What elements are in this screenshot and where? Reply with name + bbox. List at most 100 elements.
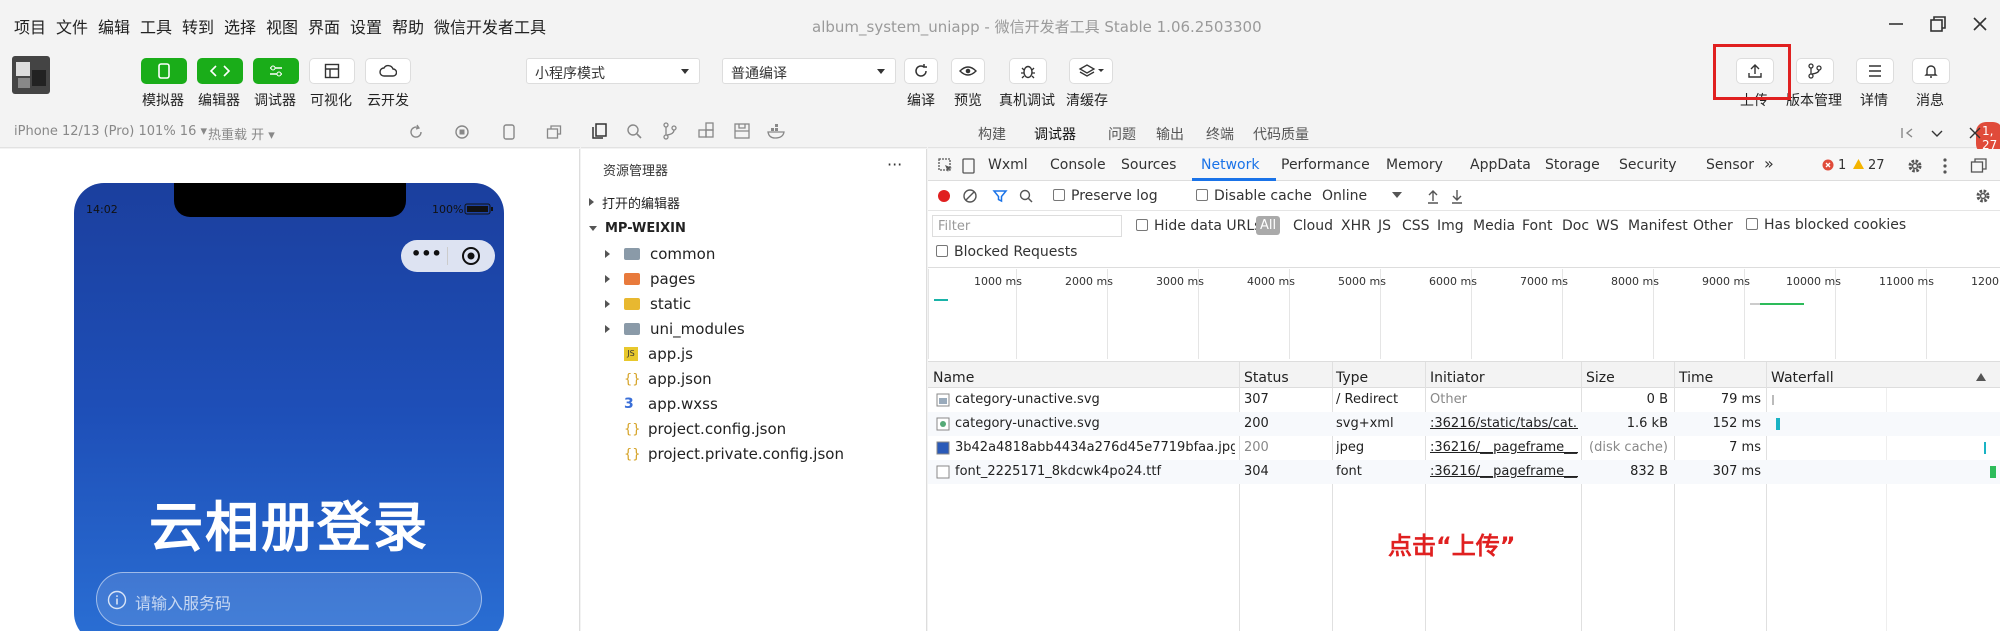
stop-icon[interactable] [454,124,470,140]
column-waterfall[interactable]: Waterfall [1771,370,1834,386]
type-filter-manifest[interactable]: Manifest [1628,218,1688,234]
more-tabs-button[interactable]: » [1764,154,1774,173]
tab-code-quality[interactable]: 代码质量 [1253,124,1309,144]
preserve-log-checkbox[interactable]: Preserve log [1053,188,1158,204]
search-icon[interactable] [625,122,643,140]
row-initiator-link[interactable]: :36216/__pageframe__... [1430,464,1578,479]
mode-select[interactable]: 小程序模式 [526,58,700,84]
tab-wxml[interactable]: Wxml [988,157,1028,173]
menu-file[interactable]: 文件 [56,14,88,38]
menu-view[interactable]: 视图 [266,14,298,38]
service-code-input[interactable]: 请输入服务码 [96,572,482,626]
type-filter-all[interactable]: All [1256,216,1281,235]
menu-interface[interactable]: 界面 [308,14,340,38]
compile-mode-select[interactable]: 普通编译 [722,58,896,84]
rotate-icon[interactable] [408,124,424,140]
table-row[interactable]: font_2225171_8kdcwk4po24.ttf 304 font :3… [928,460,2000,484]
messages-button[interactable] [1912,58,1950,84]
table-row[interactable]: category-unactive.svg 307 / Redirect Oth… [928,388,2000,412]
source-control-icon[interactable] [661,122,679,140]
tab-debugger[interactable]: 调试器 [1034,124,1076,144]
open-editors-section[interactable]: 打开的编辑器 [589,191,680,213]
docker-icon[interactable] [767,122,787,140]
filter-icon[interactable] [992,188,1008,204]
real-device-debug-button[interactable] [1009,58,1047,84]
tab-issues[interactable]: 问题 [1108,124,1136,144]
column-type[interactable]: Type [1336,370,1368,386]
export-har-icon[interactable] [1450,188,1464,204]
clear-cache-button[interactable] [1069,58,1113,84]
folder-uni-modules[interactable]: uni_modules [605,318,745,340]
type-filter-font[interactable]: Font [1522,218,1552,234]
tab-performance[interactable]: Performance [1281,157,1370,173]
menu-edit[interactable]: 编辑 [98,14,130,38]
type-filter-img[interactable]: Img [1437,218,1464,234]
chevron-down-icon[interactable] [1930,126,1944,140]
table-row[interactable]: category-unactive.svg 200 svg+xml :36216… [928,412,2000,436]
record-icon[interactable] [936,188,952,204]
tab-memory[interactable]: Memory [1386,157,1443,173]
menu-select[interactable]: 选择 [224,14,256,38]
menu-settings[interactable]: 设置 [350,14,382,38]
row-initiator-link[interactable]: :36216/static/tabs/cat... [1430,416,1578,431]
menu-help[interactable]: 帮助 [392,14,424,38]
device-select[interactable]: iPhone 12/13 (Pro) 101% 16 ▾ [14,124,207,139]
simulator-toggle-button[interactable] [141,58,187,84]
tab-storage[interactable]: Storage [1545,157,1600,173]
sort-ascending-icon[interactable] [1976,373,1986,381]
visualize-button[interactable] [309,58,355,84]
device-toolbar-icon[interactable] [961,157,977,175]
tab-sensor[interactable]: Sensor [1706,157,1754,173]
files-icon[interactable] [591,122,609,140]
column-initiator[interactable]: Initiator [1430,370,1485,386]
tab-build[interactable]: 构建 [978,124,1006,144]
warning-count[interactable]: 27 [1868,158,1885,173]
minimize-icon[interactable] [1884,12,1908,36]
tab-terminal[interactable]: 终端 [1206,124,1234,144]
filter-input[interactable]: Filter [932,215,1122,237]
chevron-down-icon[interactable] [1392,192,1402,200]
folder-static[interactable]: static [605,293,691,315]
blocked-requests-checkbox[interactable]: Blocked Requests [936,244,1077,260]
capsule-close-icon[interactable] [461,246,481,266]
inspect-element-icon[interactable] [937,157,955,175]
popout-icon[interactable] [546,124,562,140]
hot-reload-toggle[interactable]: 热重载 开 ▾ [208,124,275,143]
error-count[interactable]: 1 [1838,158,1846,173]
column-status[interactable]: Status [1244,370,1289,386]
project-section[interactable]: MP-WEIXIN [589,217,686,239]
menu-tools[interactable]: 工具 [140,14,172,38]
file-app-js[interactable]: JS app.js [624,343,693,365]
menu-goto[interactable]: 转到 [182,14,214,38]
extensions-icon[interactable] [697,122,715,140]
tab-sources[interactable]: Sources [1121,157,1176,173]
storage-icon[interactable] [733,122,751,140]
tab-console[interactable]: Console [1050,157,1106,173]
file-project-config-json[interactable]: {} project.config.json [624,418,786,440]
menu-wechat-devtools[interactable]: 微信开发者工具 [434,14,546,38]
type-filter-css[interactable]: CSS [1402,218,1430,234]
disable-cache-checkbox[interactable]: Disable cache [1196,188,1312,204]
column-time[interactable]: Time [1679,370,1713,386]
tab-security[interactable]: Security [1619,157,1677,173]
avatar[interactable] [12,56,50,94]
file-project-private-config-json[interactable]: {} project.private.config.json [624,443,844,465]
import-har-icon[interactable] [1426,188,1440,204]
folder-pages[interactable]: pages [605,268,695,290]
file-app-wxss[interactable]: 3 app.wxss [624,393,718,415]
close-icon[interactable] [1968,126,1982,140]
row-initiator-link[interactable]: :36216/__pageframe__... [1430,440,1578,455]
capsule-more-button[interactable]: ••• [411,244,442,263]
type-filter-ws[interactable]: WS [1596,218,1619,234]
preview-button[interactable] [951,58,985,84]
phone-outline-icon[interactable] [502,124,516,140]
debugger-toggle-button[interactable] [253,58,299,84]
menu-project[interactable]: 项目 [14,14,46,38]
type-filter-js[interactable]: JS [1378,218,1391,234]
type-filter-xhr[interactable]: XHR [1341,218,1371,234]
table-row[interactable]: 3b42a4818abb4434a276d45e7719bfaa.jpg 200… [928,436,2000,460]
editor-toggle-button[interactable] [197,58,243,84]
file-app-json[interactable]: {} app.json [624,368,712,390]
details-button[interactable] [1856,58,1894,84]
tab-network[interactable]: Network [1201,157,1259,173]
